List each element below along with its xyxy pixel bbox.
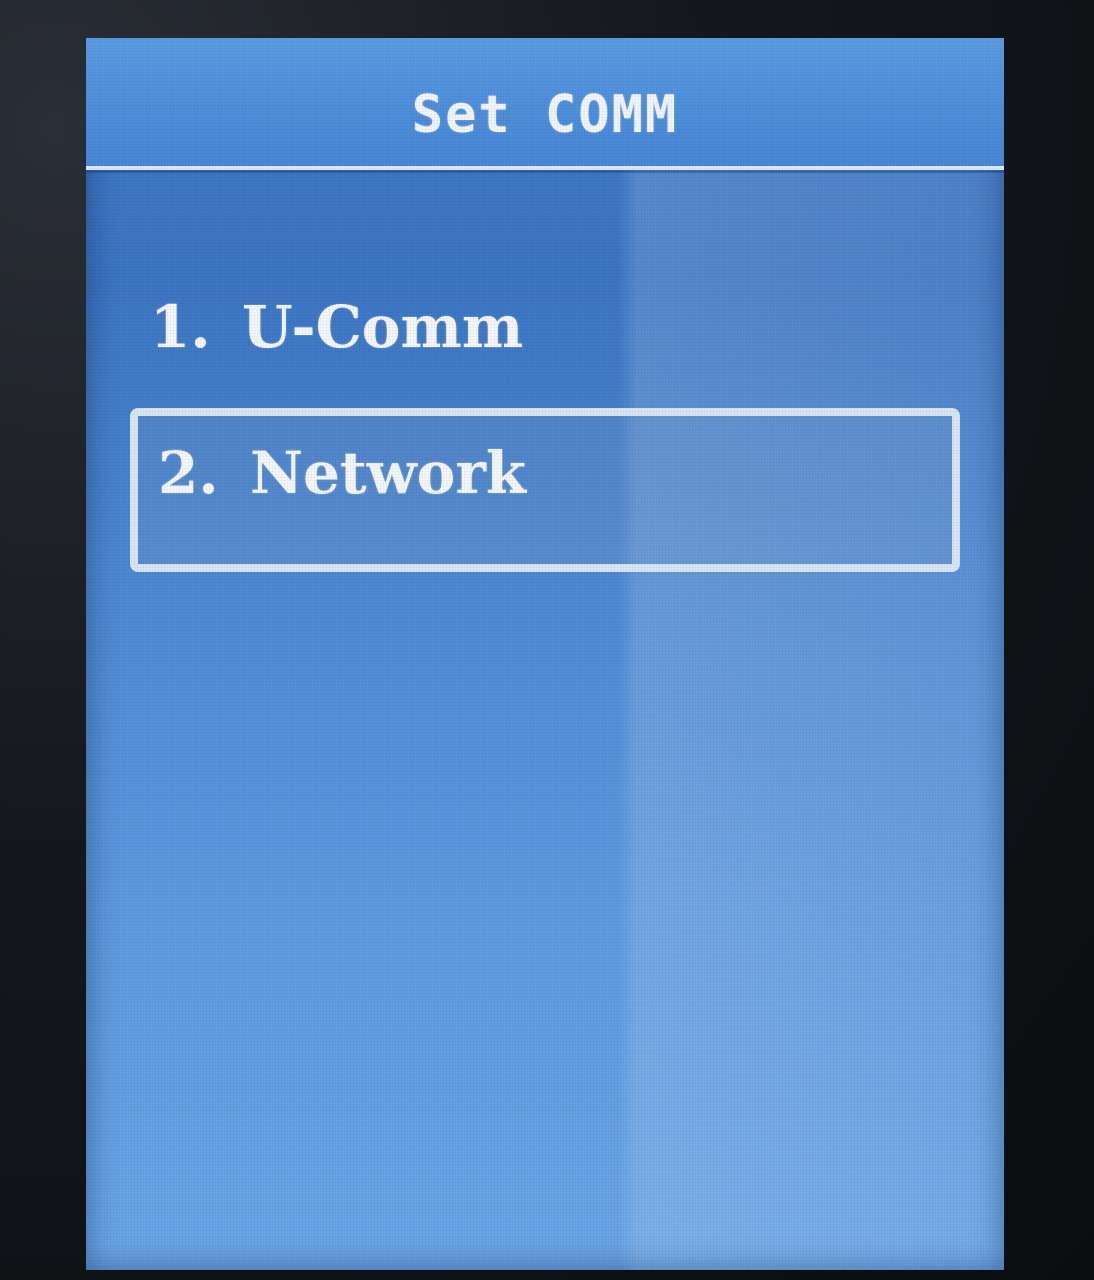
menu-item-u-comm[interactable]: 1. U-Comm [130,250,960,414]
menu-item-label: U-Comm [242,293,524,361]
lcd-screen: Set COMM 1. U-Comm 2. Network [86,38,1004,1270]
menu-item-number: 1. [150,293,211,361]
menu-item-network[interactable]: 2. Network [130,408,960,572]
menu-item-number: 2. [158,439,219,507]
title-bar: Set COMM [86,38,1004,170]
menu-item-label: Network [250,439,527,507]
page-title: Set COMM [411,85,679,145]
